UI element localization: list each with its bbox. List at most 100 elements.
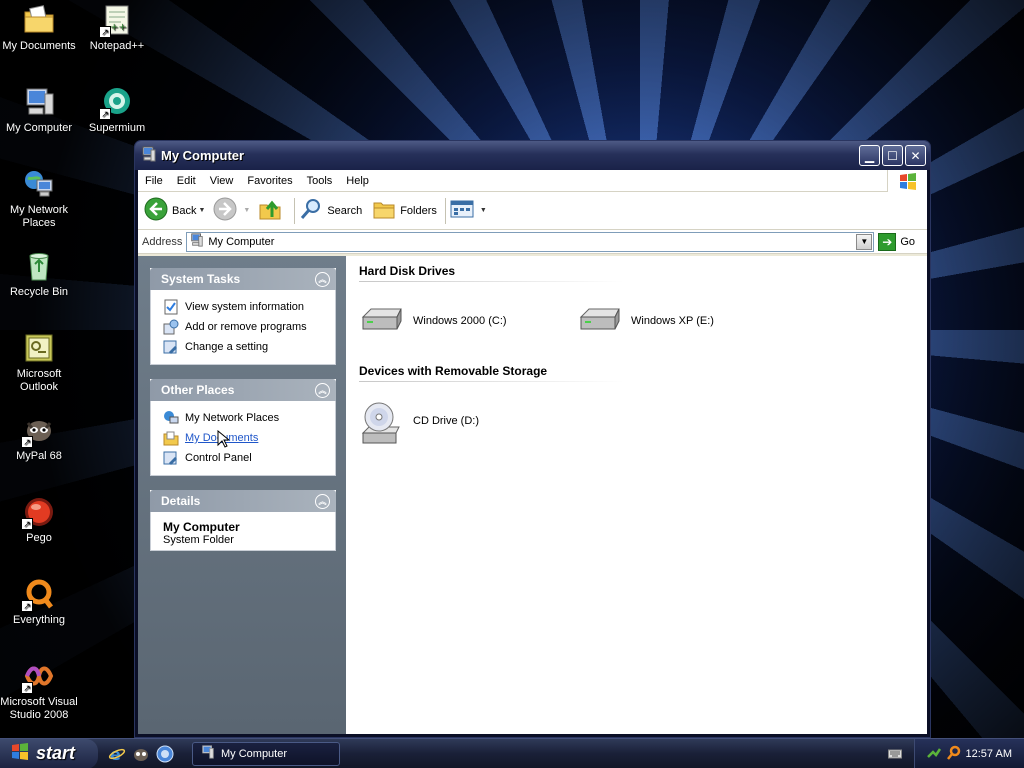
desktop-icon-label: Everything [13, 614, 65, 626]
menu-view[interactable]: View [203, 175, 241, 187]
desktop-icon-label: Recycle Bin [9, 286, 69, 298]
other-places-header[interactable]: Other Places ︽ [150, 379, 336, 401]
desktop-icon-supermium[interactable]: Supermium [78, 86, 156, 135]
desktop-icon-my-documents[interactable]: My Documents [0, 4, 78, 53]
details-body: My Computer System Folder [150, 512, 336, 551]
menu-favorites[interactable]: Favorites [240, 175, 299, 187]
folders-button[interactable]: Folders [372, 197, 437, 224]
details-item-name: My Computer [163, 520, 240, 534]
details-header[interactable]: Details ︽ [150, 490, 336, 512]
minimize-button[interactable]: ▁ [859, 145, 880, 166]
task-view-system-information[interactable]: View system information [163, 297, 329, 317]
details-title: Details [161, 494, 201, 508]
quick-launch: e [108, 745, 180, 764]
collapse-chevron-icon[interactable]: ︽ [315, 382, 330, 398]
place-my-documents[interactable]: My Documents [163, 428, 329, 448]
computer-icon [23, 86, 55, 118]
menu-edit[interactable]: Edit [170, 175, 203, 187]
go-button[interactable]: ➔ Go [878, 232, 915, 251]
system-tasks-header[interactable]: System Tasks ︽ [150, 268, 336, 290]
place-control-panel[interactable]: Control Panel [163, 448, 329, 468]
visual-studio-icon [21, 660, 55, 694]
desktop-icon-visual-studio[interactable]: Microsoft Visual Studio 2008 [0, 660, 78, 722]
desktop-icon-pego[interactable]: Pego [0, 496, 78, 545]
address-label: Address [142, 235, 183, 248]
internet-explorer-icon[interactable]: e [108, 745, 126, 764]
file-list-pane: Hard Disk Drives Windows 2000 (C:) Windo… [217, 256, 927, 734]
task-add-remove-programs[interactable]: Add or remove programs [163, 317, 329, 337]
windows-logo-icon [887, 170, 927, 192]
system-tray: 12:57 AM [914, 739, 1024, 768]
search-button[interactable]: Search [299, 197, 362, 224]
drive-windows-xp-e[interactable]: Windows XP (E:) [577, 301, 795, 341]
menu-tools[interactable]: Tools [300, 175, 340, 187]
desktop-icon-microsoft-outlook[interactable]: Microsoft Outlook [0, 332, 78, 394]
notepad-plus-plus-icon: ++ [99, 4, 133, 38]
views-button[interactable]: ▼ [450, 199, 491, 222]
forward-button[interactable]: ▼ [213, 197, 254, 224]
outlook-icon [23, 332, 55, 364]
menu-bar: File Edit View Favorites Tools Help [138, 170, 927, 192]
task-link-label: Add or remove programs [185, 321, 307, 333]
address-input[interactable]: My Computer ▼ [186, 231, 875, 252]
network-places-icon [163, 410, 179, 426]
clock[interactable]: 12:57 AM [966, 748, 1012, 760]
details-item-type: System Folder [163, 534, 234, 546]
other-places-list: My Network Places My Documents Control P… [150, 401, 336, 476]
cd-drive-icon [359, 401, 407, 444]
control-panel-icon [163, 450, 179, 466]
close-button[interactable]: ✕ [905, 145, 926, 166]
task-link-label: Change a setting [185, 341, 269, 353]
desktop-icon-everything[interactable]: Everything [0, 578, 78, 627]
window-title: My Computer [161, 148, 245, 163]
back-dropdown-icon[interactable]: ▼ [198, 207, 205, 214]
show-desktop-icon[interactable] [156, 745, 174, 763]
address-bar: Address My Computer ▼ ➔ Go [138, 230, 927, 254]
drive-cd-d[interactable]: CD Drive (D:) [359, 401, 577, 444]
toolbar-separator [294, 197, 296, 224]
system-tasks-list: View system information Add or remove pr… [150, 290, 336, 365]
network-places-icon [23, 168, 55, 200]
desktop-icon-mypal-68[interactable]: MyPal 68 [0, 414, 78, 463]
back-button[interactable]: Back ▼ [144, 197, 209, 224]
desktop-icon-label: My Network Places [9, 204, 69, 229]
window-titlebar[interactable]: My Computer ▁ ☐ ✕ [135, 141, 930, 170]
network-tray-icon[interactable] [926, 745, 942, 764]
system-tasks-panel: System Tasks ︽ View system information A… [150, 268, 336, 365]
mypal-browser-icon[interactable] [132, 745, 150, 763]
menu-help[interactable]: Help [339, 175, 376, 187]
forward-arrow-icon [213, 197, 237, 224]
system-information-icon [163, 299, 179, 315]
windows-logo-icon [10, 742, 30, 765]
taskbar-button-my-computer[interactable]: My Computer [192, 741, 340, 766]
taskbar: start e My Computer 12:57 AM [0, 738, 1024, 768]
group-items-removable-storage: CD Drive (D:) [359, 382, 927, 460]
desktop-icon-my-computer[interactable]: My Computer [0, 86, 78, 135]
views-dropdown-icon[interactable]: ▼ [480, 207, 487, 214]
pego-icon [21, 496, 55, 530]
desktop-icon-notepad-plus-plus[interactable]: ++ Notepad++ [78, 4, 156, 53]
folders-icon [372, 197, 396, 224]
drive-windows-2000-c[interactable]: Windows 2000 (C:) [359, 301, 577, 341]
task-change-a-setting[interactable]: Change a setting [163, 337, 329, 357]
forward-dropdown-icon[interactable]: ▼ [243, 207, 250, 214]
place-my-network-places[interactable]: My Network Places [163, 408, 329, 428]
menu-file[interactable]: File [138, 175, 170, 187]
desktop-icon-label: Supermium [88, 122, 146, 134]
close-icon: ✕ [910, 148, 921, 163]
drive-label: CD Drive (D:) [413, 415, 479, 427]
views-icon [450, 199, 474, 222]
up-folder-button[interactable] [258, 197, 286, 224]
collapse-chevron-icon[interactable]: ︽ [315, 271, 330, 287]
computer-icon [201, 745, 215, 762]
address-dropdown-button[interactable]: ▼ [856, 233, 873, 250]
keyboard-layout-icon[interactable] [888, 748, 902, 763]
desktop-icon-my-network-places[interactable]: My Network Places [0, 168, 78, 230]
hard-drive-icon [359, 301, 407, 341]
maximize-button[interactable]: ☐ [882, 145, 903, 166]
start-button[interactable]: start [0, 738, 98, 768]
collapse-chevron-icon[interactable]: ︽ [315, 493, 330, 509]
search-tray-icon[interactable] [946, 745, 962, 764]
desktop-icon-label: Microsoft Outlook [16, 368, 62, 393]
desktop-icon-recycle-bin[interactable]: Recycle Bin [0, 250, 78, 299]
